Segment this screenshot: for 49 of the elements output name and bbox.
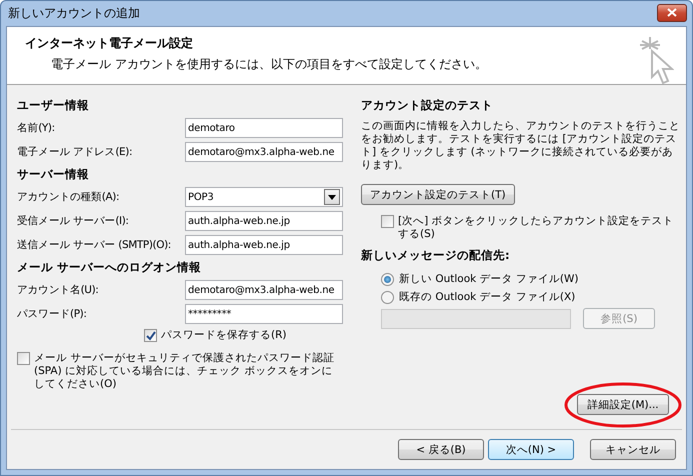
section-heading: メール サーバーへのログオン情報 [17,259,202,276]
dropdown[interactable]: POP3 [185,187,343,207]
field-label: 受信メール サーバー(I): [17,214,130,228]
field-value: demotaro [188,122,235,134]
radio-button[interactable] [381,272,394,286]
checkbox-label: パスワードを保存する(R) [161,329,286,342]
radio-button[interactable] [381,290,394,304]
checkmark-icon [146,330,156,340]
field-label: 名前(Y): [17,121,56,135]
test-account-button[interactable]: アカウント設定のテスト(T) [361,184,515,205]
checkbox[interactable] [381,215,394,228]
input-field[interactable]: auth.alpha-web.ne.jp [185,211,343,231]
footer-button[interactable]: 次へ(N) > [488,439,574,460]
section-heading: アカウント設定のテスト [361,97,494,114]
footer-button[interactable]: < 戻る(B) [398,439,484,460]
advanced-settings-button[interactable]: 詳細設定(M)... [577,394,669,415]
input-field[interactable]: auth.alpha-web.ne.jp [185,235,343,255]
description-text: この画面内に情報を入力したら、アカウントのテストを行うことをお勧めします。テストを実行するには [アカウント設定のテスト] をクリックします (ネットワークに接続されている必要があります)。 [361,120,681,172]
radio-label: 新しい Outlook データ ファイル(W) [399,272,578,286]
close-button[interactable] [657,4,687,22]
checkbox-label: [次へ] ボタンをクリックしたらアカウント設定をテストする(S) [398,215,675,241]
checkbox-label: メール サーバーがセキュリティで保護されたパスワード認証 (SPA) に対応している場合には、チェック ボックスをオンにしてください(O) [34,352,336,391]
window-title: 新しいアカウントの追加 [8,5,140,22]
input-field[interactable]: ********* [185,304,343,324]
field-value: POP3 [188,192,214,202]
input-field[interactable]: demotaro [185,118,343,138]
field-value: demotaro@mx3.alpha-web.ne [188,284,334,296]
section-heading: ユーザー情報 [17,97,90,114]
field-label: 送信メール サーバー (SMTP)(O): [17,238,172,252]
field-label: アカウント名(U): [17,283,100,297]
checkbox[interactable] [17,352,30,365]
field-label: 電子メール アドレス(E): [17,145,134,159]
footer-button[interactable]: キャンセル [590,439,676,460]
section-heading: 新しいメッセージの配信先: [361,247,511,264]
checkbox[interactable] [144,329,157,342]
field-label: アカウントの種類(A): [17,190,120,204]
input-field[interactable]: demotaro@mx3.alpha-web.ne [185,142,343,162]
field-value: demotaro@mx3.alpha-web.ne [188,146,334,158]
section-heading: サーバー情報 [17,166,90,183]
input-field[interactable]: demotaro@mx3.alpha-web.ne [185,280,343,300]
caret-icon [324,189,340,205]
header-subtitle: 電子メール アカウントを使用するには、以下の項目をすべて設定してください。 [51,56,487,73]
header-title: インターネット電子メール設定 [25,35,194,52]
close-icon [667,8,677,17]
field-value: ********* [188,308,232,320]
field-label: パスワード(P): [17,307,88,321]
field-value: auth.alpha-web.ne.jp [188,240,290,250]
radio-label: 既存の Outlook データ ファイル(X) [399,290,576,304]
field-value: auth.alpha-web.ne.jp [188,216,290,226]
